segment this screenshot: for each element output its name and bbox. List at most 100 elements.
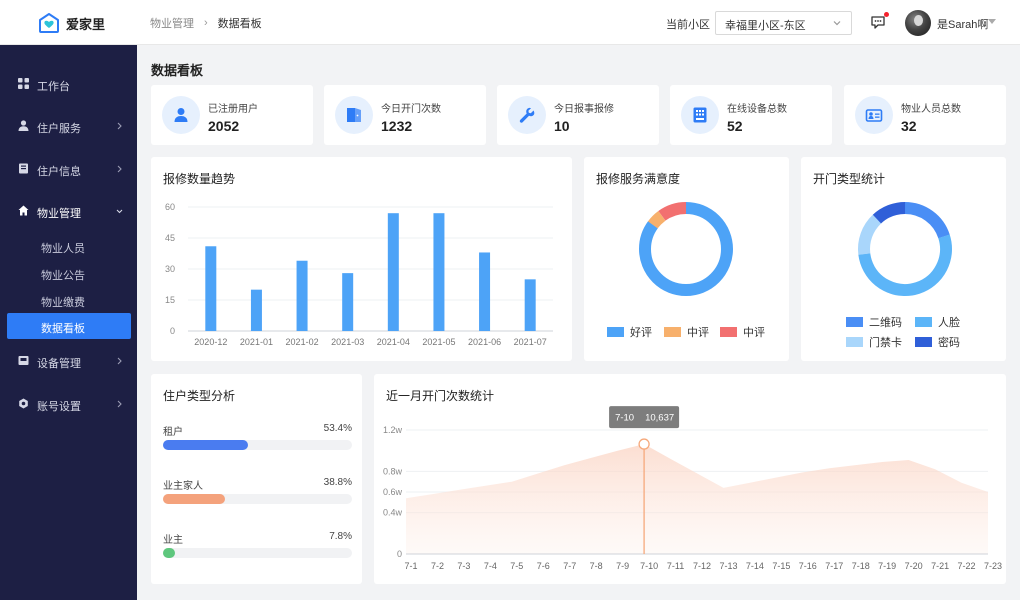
sidebar-subitem-fees[interactable]: 物业缴费 [0, 287, 137, 313]
stat-card-repair-requests: 今日报事报修 10 [497, 85, 659, 145]
x-tick-label: 2021-03 [331, 337, 364, 347]
x-tick-label: 7-1 [404, 561, 417, 571]
legend-label: 中评 [743, 327, 765, 339]
resident-type-card: 住户类型分析 租户 53.4% 业主家人 38.8% 业主 7.8% [151, 374, 362, 584]
user-name[interactable]: 是Sarah啊 [937, 16, 988, 32]
sidebar-subitem-label: 物业公告 [41, 270, 85, 282]
x-tick-label: 7-7 [563, 561, 576, 571]
x-tick-label: 7-18 [852, 561, 870, 571]
legend-label: 中评 [687, 327, 709, 339]
legend-item[interactable]: 中评 [664, 324, 709, 340]
chevron-right-icon [117, 357, 122, 365]
app-logo[interactable]: 爱家里 [38, 12, 105, 34]
x-tick-label: 7-11 [667, 561, 684, 571]
stat-value: 10 [554, 118, 570, 134]
x-tick-label: 7-2 [431, 561, 444, 571]
page-title: 数据看板 [151, 63, 204, 78]
legend-label: 二维码 [869, 317, 902, 329]
x-tick-label: 7-6 [537, 561, 550, 571]
stat-card-registered-users: 已注册用户 2052 [151, 85, 313, 145]
bar [342, 273, 354, 331]
x-tick-label: 2021-07 [514, 337, 547, 347]
user-icon [174, 108, 188, 122]
chevron-right-icon [117, 122, 122, 130]
sidebar-item-label: 物业管理 [37, 208, 81, 220]
book-icon [19, 163, 28, 174]
message-icon[interactable] [870, 14, 886, 30]
sidebar-item-label: 设备管理 [37, 358, 81, 370]
x-tick-label: 7-8 [590, 561, 603, 571]
card-title: 住户类型分析 [163, 389, 236, 403]
y-tick-label: 15 [165, 295, 175, 305]
avatar[interactable] [905, 10, 931, 36]
x-tick-label: 7-5 [510, 561, 523, 571]
wrench-icon [519, 107, 535, 123]
legend-item[interactable]: 中评 [720, 324, 765, 340]
stat-label: 今日报事报修 [554, 104, 614, 115]
progress-fill [163, 494, 226, 504]
x-tick-label: 2021-01 [240, 337, 273, 347]
resident-type-name: 租户 [163, 427, 183, 438]
x-tick-label: 7-15 [772, 561, 790, 571]
sidebar-item-device-management[interactable]: 设备管理 [0, 343, 137, 379]
x-tick-label: 7-3 [457, 561, 470, 571]
chevron-down-icon [116, 209, 123, 214]
device-icon [18, 356, 29, 365]
area-series [406, 444, 988, 554]
sidebar-subitem-staff[interactable]: 物业人员 [0, 233, 137, 259]
stat-label: 已注册用户 [208, 104, 258, 115]
x-tick-label: 7-10 [640, 561, 658, 571]
legend-item[interactable]: 二维码 [846, 314, 902, 330]
progress-track [163, 548, 352, 558]
sidebar-subitem-announcements[interactable]: 物业公告 [0, 260, 137, 286]
x-tick-label: 7-13 [719, 561, 737, 571]
legend-item[interactable]: 好评 [607, 324, 652, 340]
x-tick-label: 7-12 [693, 561, 711, 571]
home-icon [18, 205, 29, 216]
legend-swatch [664, 327, 681, 337]
stat-card-staff-total: 物业人员总数 32 [844, 85, 1006, 145]
y-tick-label: 0.6w [383, 487, 403, 497]
sidebar-item-resident-info[interactable]: 住户信息 [0, 151, 137, 187]
legend-item[interactable]: 门禁卡 [846, 334, 902, 350]
staff-card-icon [865, 109, 883, 122]
sidebar-item-workbench[interactable]: 工作台 [0, 66, 137, 102]
bar [479, 252, 491, 331]
chevron-right-icon [117, 400, 122, 408]
x-tick-label: 2021-02 [286, 337, 319, 347]
bar [296, 260, 308, 331]
legend-swatch [607, 327, 624, 337]
sidebar-subitem-dashboard[interactable]: 数据看板 [7, 313, 131, 339]
x-tick-label: 7-22 [958, 561, 976, 571]
stat-card-online-devices: 在线设备总数 52 [670, 85, 832, 145]
repair-trend-card: 报修数量趋势 0 15 30 45 60 2020-12 2021-01 2021-02 202… [151, 157, 572, 361]
monthly-door-open-card: 近一月开门次数统计 0 0.4w 0.6w 0.8w 1.2w 7-1 7-2 7-3 7-4 7… [374, 374, 1006, 584]
legend-item[interactable]: 密码 [915, 334, 960, 350]
door-icon [347, 108, 361, 122]
x-tick-label: 7-21 [931, 561, 949, 571]
x-tick-label: 2020-12 [194, 337, 227, 347]
sidebar-item-property-management[interactable]: 物业管理 [0, 193, 137, 229]
sidebar-item-account-settings[interactable]: 账号设置 [0, 386, 137, 422]
x-tick-label: 7-17 [825, 561, 843, 571]
house-heart-icon [39, 13, 59, 33]
x-tick-label: 7-4 [484, 561, 497, 571]
legend-swatch [720, 327, 737, 337]
y-tick-label: 0 [397, 549, 402, 559]
x-tick-label: 2021-05 [422, 337, 455, 347]
hover-point [638, 438, 650, 450]
legend-item[interactable]: 人脸 [915, 314, 960, 330]
x-tick-label: 7-9 [616, 561, 629, 571]
sidebar-item-label: 住户信息 [37, 166, 81, 178]
bar [250, 289, 262, 331]
caret-down-icon[interactable] [988, 19, 996, 25]
sidebar-item-resident-service[interactable]: 住户服务 [0, 108, 137, 144]
repair-trend-chart: 0 15 30 45 60 2020-12 2021-01 2021-02 2021-03 202… [165, 202, 553, 347]
breadcrumb-parent[interactable]: 物业管理 [150, 15, 194, 31]
community-select[interactable]: 幸福里小区-东区 [715, 11, 852, 35]
door-type-donut-chart [858, 202, 952, 296]
breadcrumb-current: 数据看板 [217, 18, 262, 30]
bar [524, 279, 536, 331]
y-tick-label: 1.2w [383, 425, 403, 435]
community-select-value: 幸福里小区-东区 [725, 20, 806, 32]
